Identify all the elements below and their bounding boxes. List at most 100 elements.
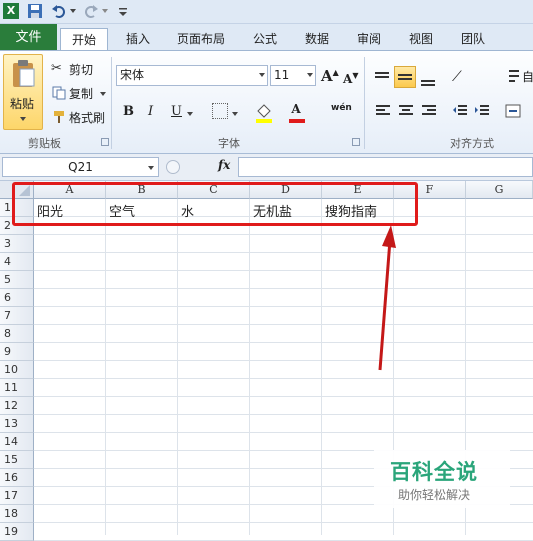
row-header[interactable]: 5 [0, 271, 34, 289]
tab-review[interactable]: 审阅 [348, 28, 390, 51]
gridline [34, 396, 533, 397]
phonetic-button[interactable]: wén [330, 102, 353, 114]
highlight-box [12, 182, 418, 226]
grow-font-button[interactable]: A▲ [320, 66, 340, 86]
orientation-icon[interactable]: ⟋ [452, 69, 462, 85]
format-painter-label: 格式刷 [69, 111, 106, 125]
decrease-indent-icon[interactable] [452, 104, 468, 121]
cut-label: 剪切 [69, 63, 94, 77]
tab-insert[interactable]: 插入 [118, 28, 158, 51]
tab-file[interactable]: 文件 [0, 24, 57, 51]
undo-icon[interactable] [51, 3, 67, 19]
formula-bar-resize-icon[interactable] [166, 160, 180, 174]
font-launcher-icon[interactable] [352, 138, 360, 146]
font-color-button[interactable]: A [288, 101, 305, 123]
row-header[interactable]: 7 [0, 307, 34, 325]
merge-cells-icon[interactable] [505, 104, 521, 121]
row-header[interactable]: 16 [0, 469, 34, 487]
redo-icon[interactable] [83, 3, 99, 19]
format-painter-button[interactable]: 格式刷 [50, 107, 108, 125]
row-header[interactable]: 19 [0, 523, 34, 541]
watermark-subtitle: 助你轻松解决 [398, 488, 471, 502]
row-header[interactable]: 13 [0, 415, 34, 433]
font-name-select[interactable]: 宋体 [116, 65, 268, 86]
paste-button[interactable]: 粘贴 [3, 54, 43, 130]
row-header[interactable]: 14 [0, 433, 34, 451]
separator [364, 57, 365, 149]
name-box[interactable]: Q21 [2, 157, 159, 177]
row-header[interactable]: 10 [0, 361, 34, 379]
font-color-icon: A [291, 102, 301, 116]
grow-font-icon: A [321, 67, 333, 85]
align-middle-button[interactable] [394, 66, 416, 88]
italic-button[interactable]: I [147, 103, 154, 120]
redo-dropdown-icon[interactable] [102, 9, 108, 13]
row-header[interactable]: 9 [0, 343, 34, 361]
wrap-text-icon[interactable] [508, 69, 520, 86]
row-header[interactable]: 11 [0, 379, 34, 397]
formula-input[interactable] [238, 157, 533, 177]
watermark: 百科全说 助你轻松解决 [374, 450, 510, 508]
row-header[interactable]: 18 [0, 505, 34, 523]
wrap-text-label[interactable]: 自 [522, 68, 533, 85]
align-top-icon[interactable] [374, 71, 390, 88]
tab-view[interactable]: 视图 [400, 28, 442, 51]
row-header[interactable]: 12 [0, 397, 34, 415]
fill-color-button[interactable] [253, 101, 273, 123]
insert-function-icon[interactable]: fx [218, 158, 230, 172]
align-right-icon[interactable] [421, 104, 437, 121]
tab-home[interactable]: 开始 [60, 28, 108, 51]
column-header-g[interactable]: G [466, 181, 533, 199]
brush-icon [54, 111, 64, 123]
clipboard-launcher-icon[interactable] [101, 138, 109, 146]
cut-button[interactable]: ✂ 剪切 [50, 59, 105, 77]
shrink-font-button[interactable]: A▼ [342, 69, 359, 87]
gridline [177, 199, 178, 535]
row-header[interactable]: 17 [0, 487, 34, 505]
copy-button[interactable]: 复制 [50, 83, 108, 101]
border-icon[interactable] [212, 103, 228, 119]
row-header[interactable]: 6 [0, 289, 34, 307]
gridline [34, 306, 533, 307]
shrink-font-icon: A [343, 72, 353, 86]
customize-qat-icon[interactable] [118, 3, 134, 19]
row-header[interactable]: 4 [0, 253, 34, 271]
align-bottom-icon[interactable] [420, 71, 436, 90]
tab-formulas[interactable]: 公式 [244, 28, 286, 51]
gridline [34, 324, 533, 325]
gridline [34, 378, 533, 379]
align-center-icon[interactable] [398, 104, 414, 121]
ribbon-home: 粘贴 ✂ 剪切 复制 格式刷 剪贴板 宋体 11 A▲ A▼ B I U A w… [0, 50, 533, 154]
chevron-down-icon [259, 73, 265, 77]
quick-access-toolbar: X [0, 0, 533, 24]
gridline [321, 199, 322, 535]
row-header[interactable]: 3 [0, 235, 34, 253]
underline-button[interactable]: U [170, 103, 183, 120]
increase-indent-icon[interactable] [474, 104, 490, 121]
excel-logo-icon[interactable]: X [3, 3, 19, 19]
formula-bar: Q21 fx [0, 154, 533, 181]
name-box-value: Q21 [68, 160, 93, 174]
align-left-icon[interactable] [375, 104, 391, 121]
undo-dropdown-icon[interactable] [70, 9, 76, 13]
watermark-title: 百科全说 [390, 460, 478, 484]
name-box-dropdown-icon[interactable] [148, 166, 154, 170]
clipboard-group-label: 剪贴板 [28, 137, 61, 150]
font-size-value: 11 [274, 68, 290, 82]
bold-button[interactable]: B [122, 103, 135, 120]
copy-dropdown-icon[interactable] [100, 92, 106, 96]
tab-team[interactable]: 团队 [452, 28, 494, 51]
font-group-label: 字体 [218, 137, 240, 150]
row-header[interactable]: 8 [0, 325, 34, 343]
gridline [34, 342, 533, 343]
save-icon[interactable] [27, 3, 43, 19]
border-dropdown-icon[interactable] [232, 112, 238, 116]
tab-data[interactable]: 数据 [296, 28, 338, 51]
tab-page-layout[interactable]: 页面布局 [168, 28, 234, 51]
gridline [34, 234, 533, 235]
underline-dropdown-icon[interactable] [187, 112, 193, 116]
row-header[interactable]: 15 [0, 451, 34, 469]
font-size-select[interactable]: 11 [270, 65, 316, 86]
alignment-group-label: 对齐方式 [450, 137, 494, 150]
paste-dropdown-icon[interactable] [20, 117, 26, 121]
